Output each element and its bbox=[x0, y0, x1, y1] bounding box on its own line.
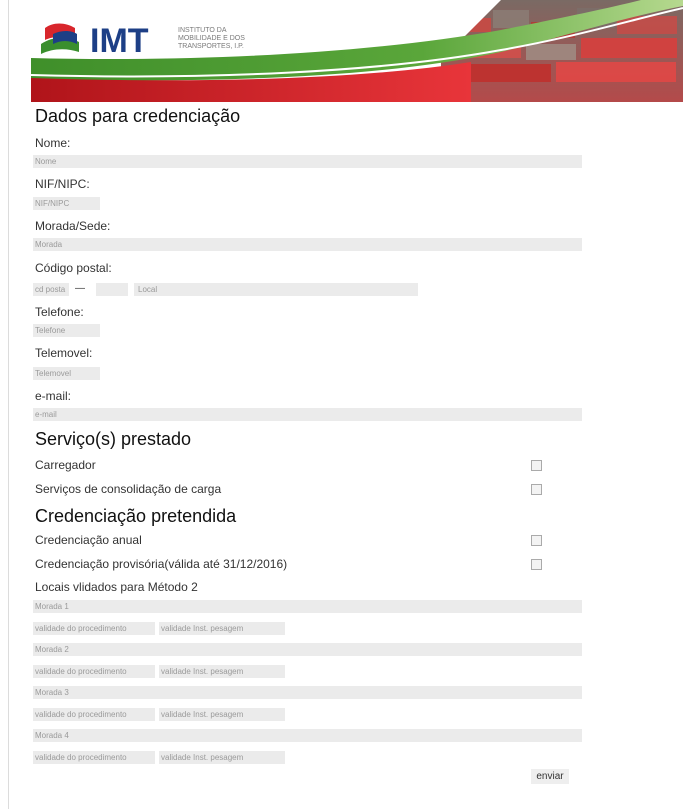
credenciacao-anual-label: Credenciação anual bbox=[35, 533, 142, 547]
header-banner: IMT INSTITUTO DA MOBILIDADE E DOS TRANSP… bbox=[31, 0, 683, 102]
imt-logo-text: IMT bbox=[90, 22, 149, 60]
morada-2-input[interactable]: Morada 2 bbox=[33, 643, 582, 656]
telemovel-input[interactable]: Telemovel bbox=[33, 367, 100, 380]
morada-4-validade-procedimento-input[interactable]: validade do procedimento bbox=[33, 751, 155, 764]
nome-label: Nome: bbox=[35, 136, 71, 150]
morada-2-validade-procedimento-input[interactable]: validade do procedimento bbox=[33, 665, 155, 678]
section-title-credenciacao: Credenciação pretendida bbox=[35, 506, 237, 526]
morada-label: Morada/Sede: bbox=[35, 219, 111, 233]
servico-carregador-label: Carregador bbox=[35, 458, 96, 472]
morada-3-validade-procedimento-input[interactable]: validade do procedimento bbox=[33, 708, 155, 721]
morada-1-validade-pesagem-input[interactable]: validade Inst. pesagem bbox=[159, 622, 285, 635]
telefone-input[interactable]: Telefone bbox=[33, 324, 100, 337]
morada-4-input[interactable]: Morada 4 bbox=[33, 729, 582, 742]
local-input[interactable]: Local bbox=[134, 283, 418, 296]
credenciacao-anual-checkbox[interactable] bbox=[531, 535, 542, 546]
email-label: e-mail: bbox=[35, 389, 72, 403]
nif-label: NIF/NIPC: bbox=[35, 177, 90, 191]
morada-input[interactable]: Morada bbox=[33, 238, 582, 251]
email-input[interactable]: e-mail bbox=[33, 408, 582, 421]
servico-consolidacao-label: Serviços de consolidação de carga bbox=[35, 482, 222, 496]
page-left-border bbox=[8, 0, 9, 809]
servico-carregador-checkbox[interactable] bbox=[531, 460, 542, 471]
telefone-label: Telefone: bbox=[35, 305, 84, 319]
morada-3-validade-pesagem-input[interactable]: validade Inst. pesagem bbox=[159, 708, 285, 721]
cp-prefix-input[interactable]: cd posta bbox=[33, 283, 69, 296]
telemovel-label: Telemovel: bbox=[35, 346, 93, 360]
imt-logo-subtitle: INSTITUTO DA MOBILIDADE E DOS TRANSPORTE… bbox=[178, 27, 245, 50]
nif-input[interactable]: NIF/NIPC bbox=[33, 197, 100, 210]
credenciacao-provisoria-label: Credenciação provisória(válida até 31/12… bbox=[35, 557, 288, 571]
locais-metodo2-label: Locais vlidados para Método 2 bbox=[35, 580, 198, 594]
cp-separator: — bbox=[75, 283, 85, 294]
section-title-servicos: Serviço(s) prestado bbox=[35, 429, 192, 449]
nome-input[interactable]: Nome bbox=[33, 155, 582, 168]
morada-3-input[interactable]: Morada 3 bbox=[33, 686, 582, 699]
codigo-postal-label: Código postal: bbox=[35, 261, 112, 275]
credenciacao-provisoria-checkbox[interactable] bbox=[531, 559, 542, 570]
morada-1-input[interactable]: Morada 1 bbox=[33, 600, 582, 613]
morada-1-validade-procedimento-input[interactable]: validade do procedimento bbox=[33, 622, 155, 635]
servico-consolidacao-checkbox[interactable] bbox=[531, 484, 542, 495]
morada-4-validade-pesagem-input[interactable]: validade Inst. pesagem bbox=[159, 751, 285, 764]
morada-2-validade-pesagem-input[interactable]: validade Inst. pesagem bbox=[159, 665, 285, 678]
enviar-button[interactable]: enviar bbox=[531, 769, 569, 784]
cp-suffix-input[interactable] bbox=[96, 283, 128, 296]
section-title-dados: Dados para credenciação bbox=[35, 106, 241, 126]
